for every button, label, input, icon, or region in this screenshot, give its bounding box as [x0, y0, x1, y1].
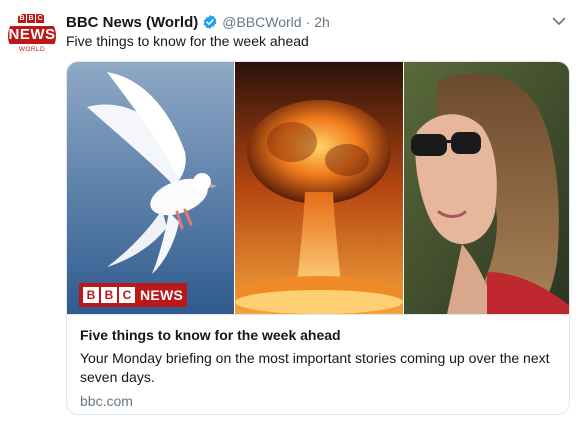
logo-block: B — [83, 287, 99, 303]
handle[interactable]: @BBCWorld — [222, 14, 301, 30]
display-name[interactable]: BBC News (World) — [66, 14, 198, 31]
avatar-block: B — [18, 14, 26, 23]
avatar-block: C — [36, 14, 44, 23]
dove-photo — [67, 62, 234, 314]
chevron-down-icon[interactable] — [550, 12, 568, 30]
link-card[interactable]: B B C NEWS Five things to know for the w… — [66, 61, 570, 415]
tweet[interactable]: B B C NEWS WORLD BBC News (World) @BBCWo… — [0, 0, 579, 431]
verified-badge-icon — [203, 15, 217, 29]
timestamp[interactable]: 2h — [314, 14, 330, 30]
bbc-news-logo: B B C NEWS — [79, 283, 188, 307]
avatar-news-text: NEWS — [8, 26, 56, 44]
avatar-world-text: WORLD — [18, 46, 46, 53]
tweet-header: BBC News (World) @BBCWorld · 2h — [66, 12, 330, 32]
avatar-bbc-blocks: B B C — [18, 14, 44, 23]
card-collage — [67, 62, 569, 314]
card-image[interactable]: B B C NEWS — [67, 62, 569, 314]
logo-block: B — [101, 287, 117, 303]
card-domain[interactable]: bbc.com — [80, 393, 133, 409]
portrait-photo — [404, 62, 569, 314]
card-description: Your Monday briefing on the most importa… — [80, 350, 550, 385]
bbc-news-avatar-logo: B B C NEWS WORLD — [8, 12, 56, 60]
avatar[interactable]: B B C NEWS WORLD — [8, 12, 56, 60]
logo-news-text: NEWS — [140, 287, 184, 303]
explosion-photo — [235, 62, 403, 314]
logo-block: C — [119, 287, 135, 303]
tweet-text: Five things to know for the week ahead — [66, 33, 309, 49]
card-body[interactable]: Five things to know for the week ahead Y… — [67, 314, 569, 414]
card-title[interactable]: Five things to know for the week ahead — [80, 327, 341, 343]
avatar-block: B — [27, 14, 35, 23]
separator-dot: · — [305, 14, 311, 30]
